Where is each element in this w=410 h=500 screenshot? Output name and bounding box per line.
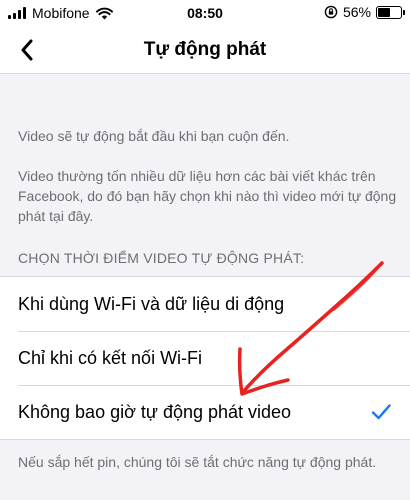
option-label: Khi dùng Wi-Fi và dữ liệu di động [18,293,285,314]
nav-bar: Tự động phát [0,26,410,74]
rotation-lock-icon [324,5,338,19]
option-wifi-and-mobile-data[interactable]: Khi dùng Wi-Fi và dữ liệu di động [0,277,410,331]
option-wifi-only[interactable]: Chỉ khi có kết nối Wi-Fi [0,331,410,385]
option-label: Chỉ khi có kết nối Wi-Fi [18,347,203,368]
description-line-2: Video thường tốn nhiều dữ liệu hơn các b… [18,168,397,224]
battery-icon [376,5,405,19]
autoplay-options-list: Khi dùng Wi-Fi và dữ liệu di động Chỉ kh… [0,276,410,440]
section-header: CHỌN THỜI ĐIỂM VIDEO TỰ ĐỘNG PHÁT: [18,250,305,266]
battery-percent: 56% [342,4,371,20]
description-line-1: Video sẽ tự động bắt đầu khi bạn cuộn đế… [18,128,290,144]
status-right: 56% [324,4,405,20]
status-bar: Mobifone 08:50 56% [0,0,410,26]
battery-fill [378,7,391,17]
option-label: Không bao giờ tự động phát video [18,401,292,422]
checkmark-icon [371,404,391,420]
option-never-autoplay[interactable]: Không bao giờ tự động phát video [0,385,410,439]
footer-note: Nếu sắp hết pin, chúng tôi sẽ tắt chức n… [18,454,377,470]
page-title: Tự động phát [143,39,267,60]
